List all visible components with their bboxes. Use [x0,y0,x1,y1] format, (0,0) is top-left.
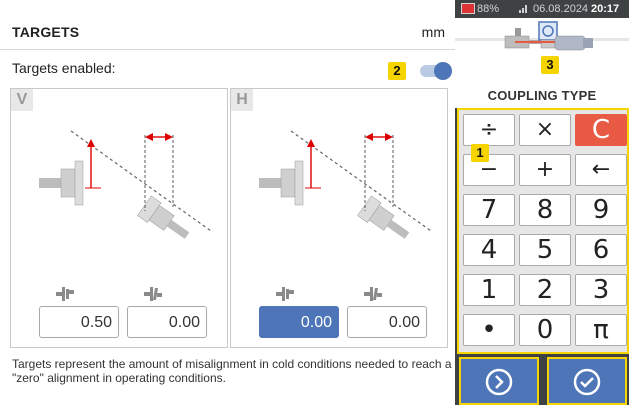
key-9[interactable]: 9 [575,194,627,226]
key-6[interactable]: 6 [575,234,627,266]
key-7[interactable]: 7 [463,194,515,226]
key-0[interactable]: 0 [519,314,571,346]
offset-icon [56,287,74,301]
angularity-icon [364,287,382,301]
status-time: 20:17 [591,3,620,15]
key-pi[interactable]: π [575,314,627,346]
header-divider [0,49,455,50]
horizontal-targets-card: H 0.00 0.00 [230,88,448,348]
coupling-type-button[interactable]: 3 COUPLING TYPE [455,18,629,108]
left-shaft-icon [39,160,84,206]
badge-1: 1 [471,144,489,162]
targets-enabled-label: Targets enabled: [12,60,116,76]
targets-panel: TARGETS mm Targets enabled: 2 V 0.50 0.0… [0,0,455,405]
key-clear[interactable]: C [575,114,627,146]
check-circle-icon [573,368,601,396]
side-panel: 88% 06.08.2024 20:17 3 COUPLING TYPE ÷ ×… [455,0,629,405]
horizontal-corner-label: H [231,89,253,111]
key-multiply[interactable]: × [519,114,571,146]
key-4[interactable]: 4 [463,234,515,266]
left-shaft-icon [259,160,304,206]
key-1[interactable]: 1 [463,274,515,306]
next-button[interactable] [459,357,539,405]
badge-3: 3 [541,56,559,74]
page-title: TARGETS [12,24,80,40]
key-decimal-point[interactable]: • [463,314,515,346]
targets-description: Targets represent the amount of misalign… [12,357,452,385]
key-backspace[interactable]: ← [575,154,627,186]
status-bar: 88% 06.08.2024 20:17 [455,0,629,18]
numeric-keypad: ÷ × C − + ← 7 8 9 4 5 6 1 2 3 • 0 π 1 [457,108,629,354]
vertical-targets-card: V 0.50 0.00 [10,88,228,348]
badge-2: 2 [388,62,406,80]
right-shaft-icon [137,195,190,239]
angularity-icon [144,287,162,301]
right-shaft-icon [357,195,410,239]
key-5[interactable]: 5 [519,234,571,266]
battery-icon [461,3,475,14]
key-3[interactable]: 3 [575,274,627,306]
toggle-knob [434,62,452,80]
targets-enabled-toggle[interactable] [418,62,452,80]
key-2[interactable]: 2 [519,274,571,306]
key-8[interactable]: 8 [519,194,571,226]
vertical-offset-target-input[interactable]: 0.50 [39,306,119,338]
vertical-angularity-target-input[interactable]: 0.00 [127,306,207,338]
action-bar [455,354,629,405]
unit-label: mm [421,24,445,40]
vertical-corner-label: V [11,89,33,111]
signal-icon [519,5,527,13]
horizontal-offset-target-input[interactable]: 0.00 [259,306,339,338]
horizontal-angularity-target-input[interactable]: 0.00 [347,306,427,338]
confirm-button[interactable] [547,357,627,405]
offset-icon [276,287,294,301]
coupling-type-label: COUPLING TYPE [487,88,597,103]
vertical-misalignment-illustration [39,130,212,239]
battery-level: 88% [477,3,500,15]
status-date: 06.08.2024 [533,3,589,15]
horizontal-misalignment-illustration [259,130,432,239]
key-divide[interactable]: ÷ [463,114,515,146]
key-plus[interactable]: + [519,154,571,186]
chevron-right-circle-icon [485,368,513,396]
